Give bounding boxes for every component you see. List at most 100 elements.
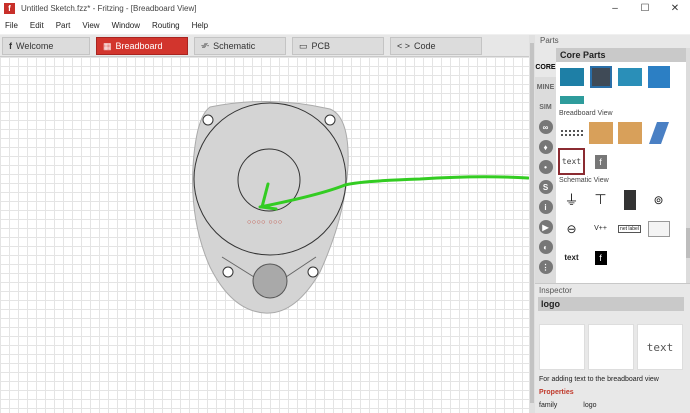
part-logo-image[interactable]: f (587, 148, 614, 175)
vcc-label: V++ (594, 225, 607, 232)
part-power[interactable]: ⊤ (587, 186, 614, 213)
part-header[interactable] (558, 119, 585, 146)
bin-teensy[interactable]: ◐ (535, 237, 556, 257)
property-value[interactable]: logo (583, 402, 596, 409)
minimize-button[interactable]: – (600, 0, 630, 17)
part-ac-source[interactable]: ⊚ (645, 186, 672, 213)
intel-icon: i (538, 200, 553, 214)
part-bendable-leg[interactable] (645, 119, 672, 146)
fritzing-icon: f (9, 41, 12, 51)
part-arduino-uno[interactable] (558, 63, 585, 90)
section-breadboard-view: Breadboard View (559, 110, 613, 117)
bin-title: Core Parts (556, 48, 686, 62)
net-label-text: net label (618, 224, 641, 233)
menu-part[interactable]: Part (51, 21, 78, 30)
window-title: Untitled Sketch.fzz* - Fritzing - [Bread… (21, 4, 197, 13)
menu-routing[interactable]: Routing (147, 21, 187, 30)
part-ground[interactable]: ⏚ (558, 186, 585, 213)
bin-seeed[interactable]: • (535, 157, 556, 177)
more-icon: ⋮ (538, 260, 553, 274)
part-net-label[interactable]: net label (616, 215, 643, 242)
arduino-icon: ∞ (538, 120, 553, 134)
bin-more[interactable]: ⋮ (535, 257, 556, 277)
part-stripboard[interactable] (587, 119, 614, 146)
tab-schematic-label: Schematic (213, 41, 256, 51)
perfboard-icon (617, 121, 642, 144)
tab-breadboard-label: Breadboard (115, 41, 163, 51)
parts-row-schematic-3: text f (556, 243, 686, 272)
menu-edit[interactable]: Edit (25, 21, 51, 30)
seeed-icon: • (538, 160, 553, 174)
bin-core[interactable]: CORE (535, 57, 556, 77)
parts-scrollbar[interactable] (686, 48, 690, 292)
part-breadboard[interactable] (558, 93, 585, 107)
inspector-description: For adding text to the breadboard view (539, 376, 659, 383)
bin-play[interactable]: ▶ (535, 217, 556, 237)
ac-source-icon: ⊚ (653, 192, 664, 207)
section-schematic-view: Schematic View (559, 177, 609, 184)
canvas-scroll-thumb[interactable] (530, 43, 534, 403)
dc-source-icon: ⊖ (566, 221, 577, 236)
inspector-title: Inspector (539, 286, 572, 295)
ground-icon: ⏚ (564, 191, 579, 208)
part-vcc[interactable]: V++ (587, 215, 614, 242)
menu-bar: File Edit Part View Window Routing Help (0, 17, 690, 34)
part-matrix[interactable] (645, 63, 672, 90)
menu-view[interactable]: View (77, 21, 106, 30)
part-arduino-mini[interactable] (616, 63, 643, 90)
bin-sim[interactable]: SIM (535, 97, 556, 117)
fritzing-app-icon: f (4, 3, 15, 14)
menu-file[interactable]: File (0, 21, 25, 30)
preview-schematic (588, 324, 634, 370)
part-logo-text[interactable]: text (558, 148, 585, 175)
stripboard-icon (588, 121, 613, 144)
board-icon (559, 67, 584, 86)
menu-window[interactable]: Window (107, 21, 147, 30)
parts-row-logos: text f (556, 147, 686, 176)
part-schematic-logo[interactable]: f (587, 244, 614, 271)
title-bar: f Untitled Sketch.fzz* - Fritzing - [Bre… (0, 0, 690, 17)
close-button[interactable]: ✕ (660, 0, 690, 17)
resistor-icon: -⁄⁄⁄- (201, 42, 210, 50)
part-dc-source[interactable]: ⊖ (558, 215, 585, 242)
parts-scroll-thumb[interactable] (686, 228, 690, 258)
part-schematic-text[interactable]: text (558, 244, 585, 271)
bin-arduino[interactable]: ∞ (535, 117, 556, 137)
tab-code[interactable]: < > Code (390, 37, 482, 55)
tab-code-label: Code (414, 41, 436, 51)
board-icon (589, 65, 612, 88)
part-frame[interactable] (645, 215, 672, 242)
property-key: family (539, 402, 558, 409)
bin-tab-column: CORE MINE SIM ∞ ♦ • S i ▶ ◐ ⋮ (535, 57, 556, 317)
part-battery[interactable] (616, 186, 643, 213)
part-shield[interactable] (587, 63, 614, 90)
maximize-button[interactable]: ☐ (630, 0, 660, 17)
inspector-properties-label: Properties (539, 389, 574, 396)
bin-flame[interactable]: ♦ (535, 137, 556, 157)
canvas-drawing (192, 101, 529, 314)
tab-welcome[interactable]: f Welcome (2, 37, 90, 55)
breadboard-icon: ▦ (103, 40, 112, 51)
part-perfboard[interactable] (616, 119, 643, 146)
tab-breadboard[interactable]: ▦ Breadboard (96, 37, 188, 55)
bin-intel[interactable]: i (535, 197, 556, 217)
menu-help[interactable]: Help (187, 21, 215, 30)
board-icon (647, 65, 670, 88)
tab-pcb-label: PCB (311, 41, 331, 51)
code-icon: < > (397, 41, 411, 51)
bin-sparkfun[interactable]: S (535, 177, 556, 197)
header-icon (560, 129, 583, 136)
mount-hole-top-right (324, 114, 336, 126)
tab-pcb[interactable]: ▭ PCB (292, 37, 384, 55)
teensy-icon: ◐ (538, 240, 553, 254)
pcb-icon: ▭ (299, 40, 308, 51)
parts-row-breadboard-strip (556, 91, 686, 109)
bin-mine[interactable]: MINE (535, 77, 556, 97)
mount-hole-bottom-right (307, 266, 319, 278)
tab-schematic[interactable]: -⁄⁄⁄- Schematic (194, 37, 286, 55)
sparkfun-icon: S (538, 180, 553, 194)
breadboard-canvas[interactable]: ○○○○ ○○○ (0, 57, 529, 413)
parts-row-schematic: ⏚ ⊤ ⊚ (556, 185, 686, 214)
window-controls: – ☐ ✕ (600, 0, 690, 17)
parts-row-schematic-2: ⊖ V++ net label (556, 214, 686, 243)
